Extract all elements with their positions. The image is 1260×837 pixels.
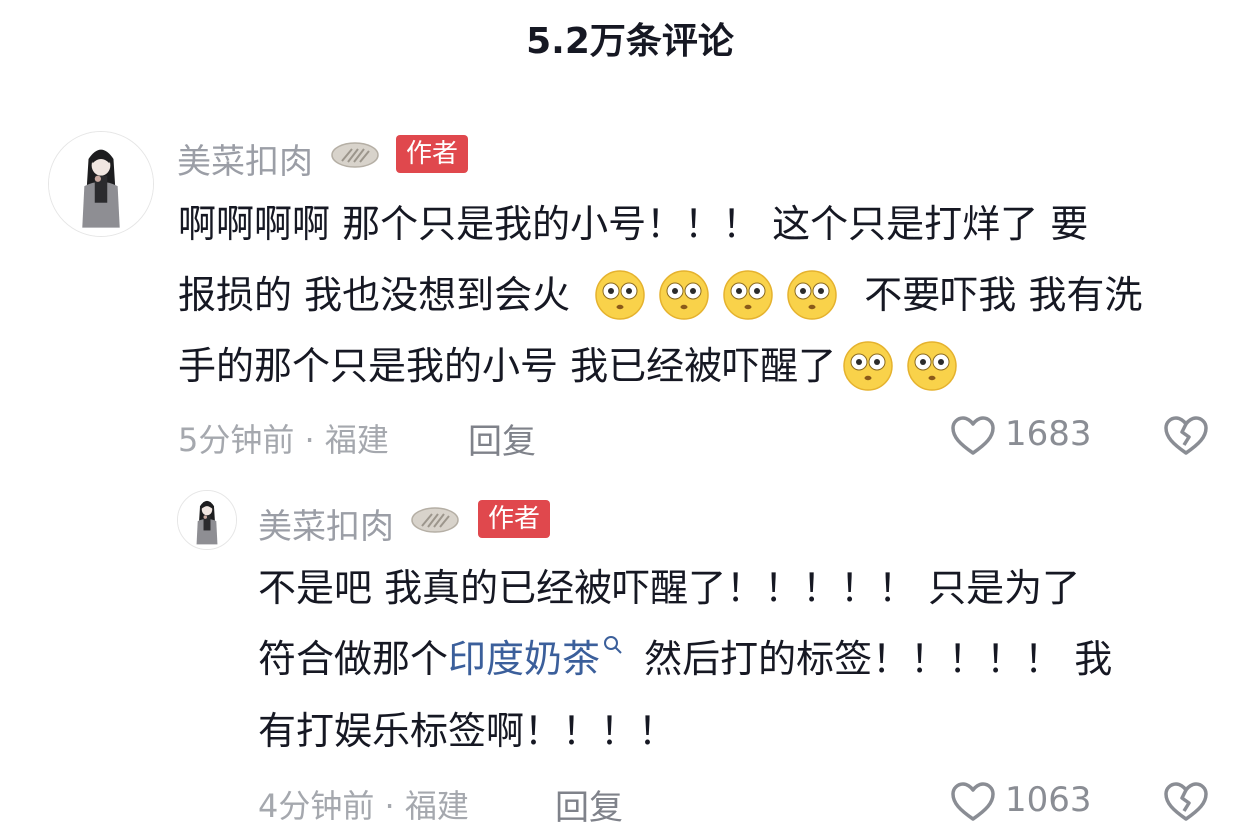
comment-text: 报损的 我也没想到会火 bbox=[178, 273, 571, 317]
shocked-emoji-icon bbox=[786, 269, 838, 321]
comment-text-line: 有打娱乐标签啊！！！！ bbox=[258, 706, 676, 756]
author-tag: 作者 bbox=[478, 500, 551, 538]
username[interactable]: 美菜扣肉 bbox=[258, 499, 394, 548]
shocked-emoji-icon bbox=[906, 340, 958, 392]
reply-button[interactable]: 回复 bbox=[555, 780, 623, 829]
shocked-emoji-icon bbox=[842, 340, 894, 392]
comment-text-line: 不是吧 我真的已经被吓醒了！！！！！ 只是为了 bbox=[258, 563, 1080, 613]
like-count: 1063 bbox=[1005, 780, 1092, 820]
heart-icon[interactable] bbox=[950, 781, 996, 823]
shocked-emoji-icon bbox=[594, 269, 646, 321]
comment-time-location: 4分钟前 · 福建 bbox=[258, 787, 469, 825]
comment-time-location: 5分钟前 · 福建 bbox=[178, 421, 389, 459]
fan-badge-icon bbox=[330, 140, 380, 170]
avatar-image bbox=[178, 491, 236, 549]
comment-text-line: 手的那个只是我的小号 我已经被吓醒了 bbox=[178, 341, 964, 395]
comment-text: 不是吧 我真的已经被吓醒了！！！！！ 只是为了 bbox=[258, 566, 1081, 610]
username[interactable]: 美菜扣肉 bbox=[177, 134, 313, 183]
avatar-image bbox=[49, 132, 153, 236]
broken-heart-icon[interactable] bbox=[1163, 781, 1209, 823]
comment-text-line: 符合做那个印度奶茶 然后打的标签！！！！！ 我 bbox=[258, 634, 1112, 684]
comment-text: 啊啊啊啊 那个只是我的小号！！！ 这个只是打烊了 要 bbox=[178, 202, 1089, 246]
comment-text-line: 报损的 我也没想到会火 不要吓我 我有洗 bbox=[178, 270, 1142, 324]
search-icon[interactable] bbox=[602, 634, 624, 656]
reply-button[interactable]: 回复 bbox=[468, 414, 536, 463]
fan-badge-icon bbox=[410, 505, 460, 535]
avatar[interactable] bbox=[48, 131, 154, 237]
comment-text-line: 啊啊啊啊 那个只是我的小号！！！ 这个只是打烊了 要 bbox=[178, 199, 1088, 249]
comment-text: 不要吓我 我有洗 bbox=[864, 273, 1143, 317]
avatar[interactable] bbox=[177, 490, 237, 550]
comment-text: 符合做那个 bbox=[258, 637, 449, 681]
author-tag: 作者 bbox=[396, 135, 469, 173]
heart-icon[interactable] bbox=[950, 415, 996, 457]
broken-heart-icon[interactable] bbox=[1163, 415, 1209, 457]
like-count: 1683 bbox=[1005, 414, 1092, 454]
shocked-emoji-icon bbox=[658, 269, 710, 321]
comment-text: 然后打的标签！！！！！ 我 bbox=[644, 637, 1113, 681]
comment-text: 有打娱乐标签啊！！！！ bbox=[258, 709, 677, 753]
comment-count-title: 5.2万条评论 bbox=[526, 21, 734, 62]
comment-text: 手的那个只是我的小号 我已经被吓醒了 bbox=[178, 344, 837, 388]
shocked-emoji-icon bbox=[722, 269, 774, 321]
topic-link[interactable]: 印度奶茶 bbox=[448, 637, 600, 681]
